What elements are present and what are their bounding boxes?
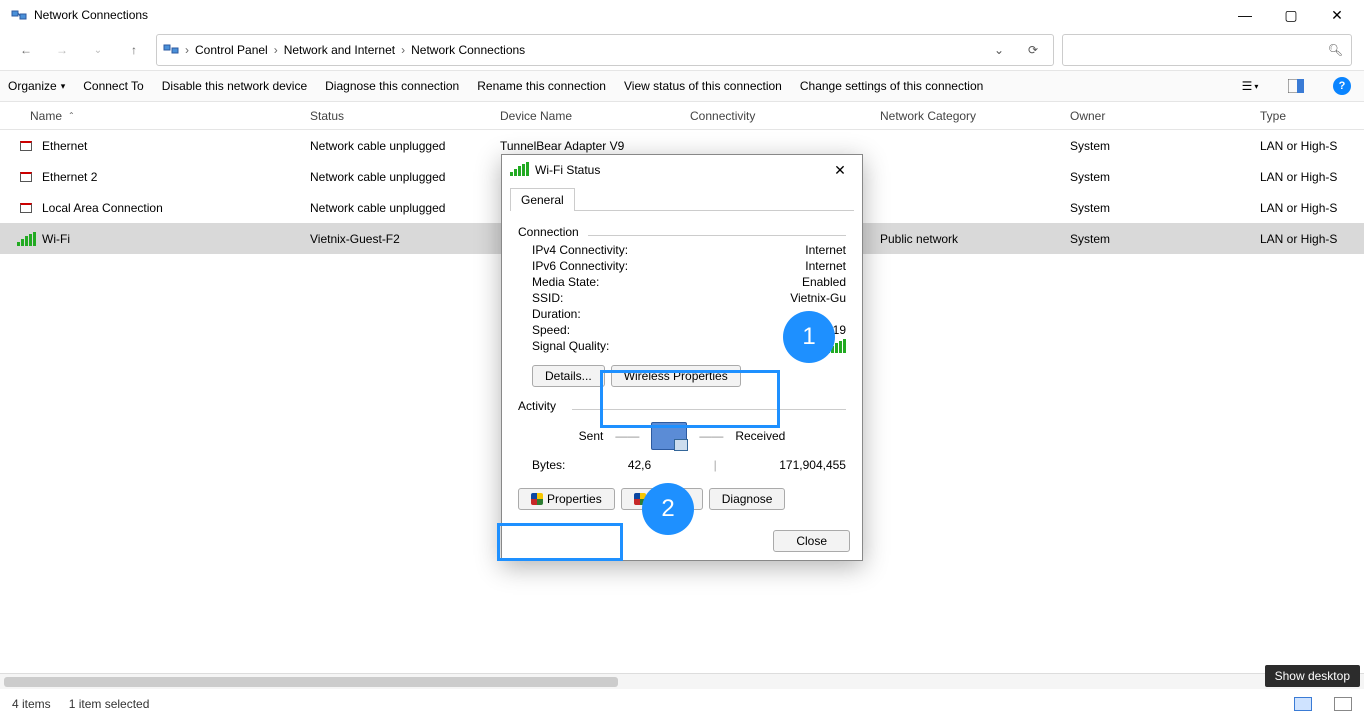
received-label: Received (735, 429, 785, 443)
properties-button[interactable]: Properties (518, 488, 615, 510)
breadcrumb-leaf[interactable]: Network Connections (411, 43, 525, 57)
duration-label: Duration: (532, 307, 581, 321)
bytes-sent-value: 42,6 (628, 458, 651, 472)
scrollbar-thumb[interactable] (4, 677, 618, 687)
media-state-value: Enabled (802, 275, 846, 289)
sort-caret-icon: ⌃ (68, 111, 75, 120)
annotation-badge-1: 1 (783, 311, 835, 363)
col-status[interactable]: Status (310, 109, 500, 123)
preview-pane-icon[interactable] (1282, 72, 1310, 100)
wifi-icon (18, 231, 34, 247)
dialog-tabs: General (510, 187, 854, 211)
minimize-button[interactable]: ― (1222, 0, 1268, 30)
ipv4-value: Internet (805, 243, 846, 257)
ethernet-icon (18, 169, 34, 185)
media-state-label: Media State: (532, 275, 599, 289)
recent-dropdown[interactable]: ⌄ (84, 36, 112, 64)
dialog-close-button[interactable]: ✕ (826, 162, 854, 179)
ipv6-value: Internet (805, 259, 846, 273)
col-type[interactable]: Type (1260, 109, 1364, 123)
wireless-properties-button[interactable]: Wireless Properties (611, 365, 741, 387)
col-category[interactable]: Network Category (880, 109, 1070, 123)
search-icon: 🔍︎ (1328, 43, 1343, 57)
large-icons-view-icon[interactable] (1334, 697, 1352, 711)
dialog-titlebar[interactable]: Wi-Fi Status ✕ (502, 155, 862, 185)
sent-label: Sent (579, 429, 604, 443)
maximize-button[interactable]: ▢ (1268, 0, 1314, 30)
window-title: Network Connections (34, 8, 1222, 22)
close-dialog-button[interactable]: Close (773, 530, 850, 552)
connect-to-button[interactable]: Connect To (83, 79, 144, 93)
organize-menu[interactable]: Organize▾ (8, 79, 65, 93)
bytes-label: Bytes: (532, 458, 565, 472)
section-activity: Activity (518, 399, 846, 413)
breadcrumb-mid[interactable]: Network and Internet (284, 43, 395, 57)
view-options-icon[interactable]: ☰▾ (1236, 72, 1264, 100)
speed-label: Speed: (532, 323, 570, 337)
col-device[interactable]: Device Name (500, 109, 690, 123)
selected-count: 1 item selected (69, 697, 150, 711)
details-button[interactable]: Details... (532, 365, 605, 387)
section-connection: Connection (518, 225, 846, 239)
col-name[interactable]: Name⌃ (0, 109, 310, 123)
ipv6-label: IPv6 Connectivity: (532, 259, 628, 273)
refresh-icon[interactable]: ⟳ (1019, 43, 1047, 57)
disable-device-button[interactable]: Disable this network device (162, 79, 307, 93)
back-button[interactable]: ← (12, 36, 40, 64)
ethernet-icon (18, 138, 34, 154)
forward-button[interactable]: → (48, 36, 76, 64)
item-count: 4 items (12, 697, 51, 711)
show-desktop-tooltip: Show desktop (1265, 665, 1360, 687)
column-headers: Name⌃ Status Device Name Connectivity Ne… (0, 102, 1364, 130)
ethernet-icon (18, 200, 34, 216)
tab-general[interactable]: General (510, 188, 575, 211)
view-status-button[interactable]: View status of this connection (624, 79, 782, 93)
diagnose-button[interactable]: Diagnose (709, 488, 786, 510)
signal-quality-label: Signal Quality: (532, 339, 609, 356)
window-titlebar: Network Connections ― ▢ ✕ (0, 0, 1364, 30)
change-settings-button[interactable]: Change settings of this connection (800, 79, 983, 93)
col-owner[interactable]: Owner (1070, 109, 1260, 123)
shield-icon (531, 493, 543, 505)
up-button[interactable]: ↑ (120, 36, 148, 64)
details-view-icon[interactable] (1294, 697, 1312, 711)
navigation-bar: ← → ⌄ ↑ › Control Panel › Network and In… (0, 30, 1364, 70)
bytes-received-value: 171,904,455 (779, 458, 846, 472)
app-icon (10, 6, 28, 24)
computer-icon (651, 422, 687, 450)
breadcrumb-sep: › (185, 43, 189, 57)
dialog-title: Wi-Fi Status (535, 163, 826, 177)
ipv4-label: IPv4 Connectivity: (532, 243, 628, 257)
col-connectivity[interactable]: Connectivity (690, 109, 880, 123)
status-bar: 4 items 1 item selected (0, 691, 1364, 717)
command-toolbar: Organize▾ Connect To Disable this networ… (0, 70, 1364, 102)
diagnose-connection-button[interactable]: Diagnose this connection (325, 79, 459, 93)
search-input[interactable]: 🔍︎ (1062, 34, 1352, 66)
wifi-icon (510, 162, 529, 179)
ssid-value: Vietnix-Gu (790, 291, 846, 305)
close-button[interactable]: ✕ (1314, 0, 1360, 30)
breadcrumb-root[interactable]: Control Panel (195, 43, 268, 57)
help-icon[interactable]: ? (1328, 72, 1356, 100)
ssid-label: SSID: (532, 291, 563, 305)
annotation-badge-2: 2 (642, 483, 694, 535)
address-dropdown-icon[interactable]: ⌄ (985, 43, 1013, 57)
address-icon (163, 41, 179, 60)
horizontal-scrollbar[interactable] (0, 673, 1364, 689)
rename-connection-button[interactable]: Rename this connection (477, 79, 606, 93)
address-bar[interactable]: › Control Panel › Network and Internet ›… (156, 34, 1054, 66)
